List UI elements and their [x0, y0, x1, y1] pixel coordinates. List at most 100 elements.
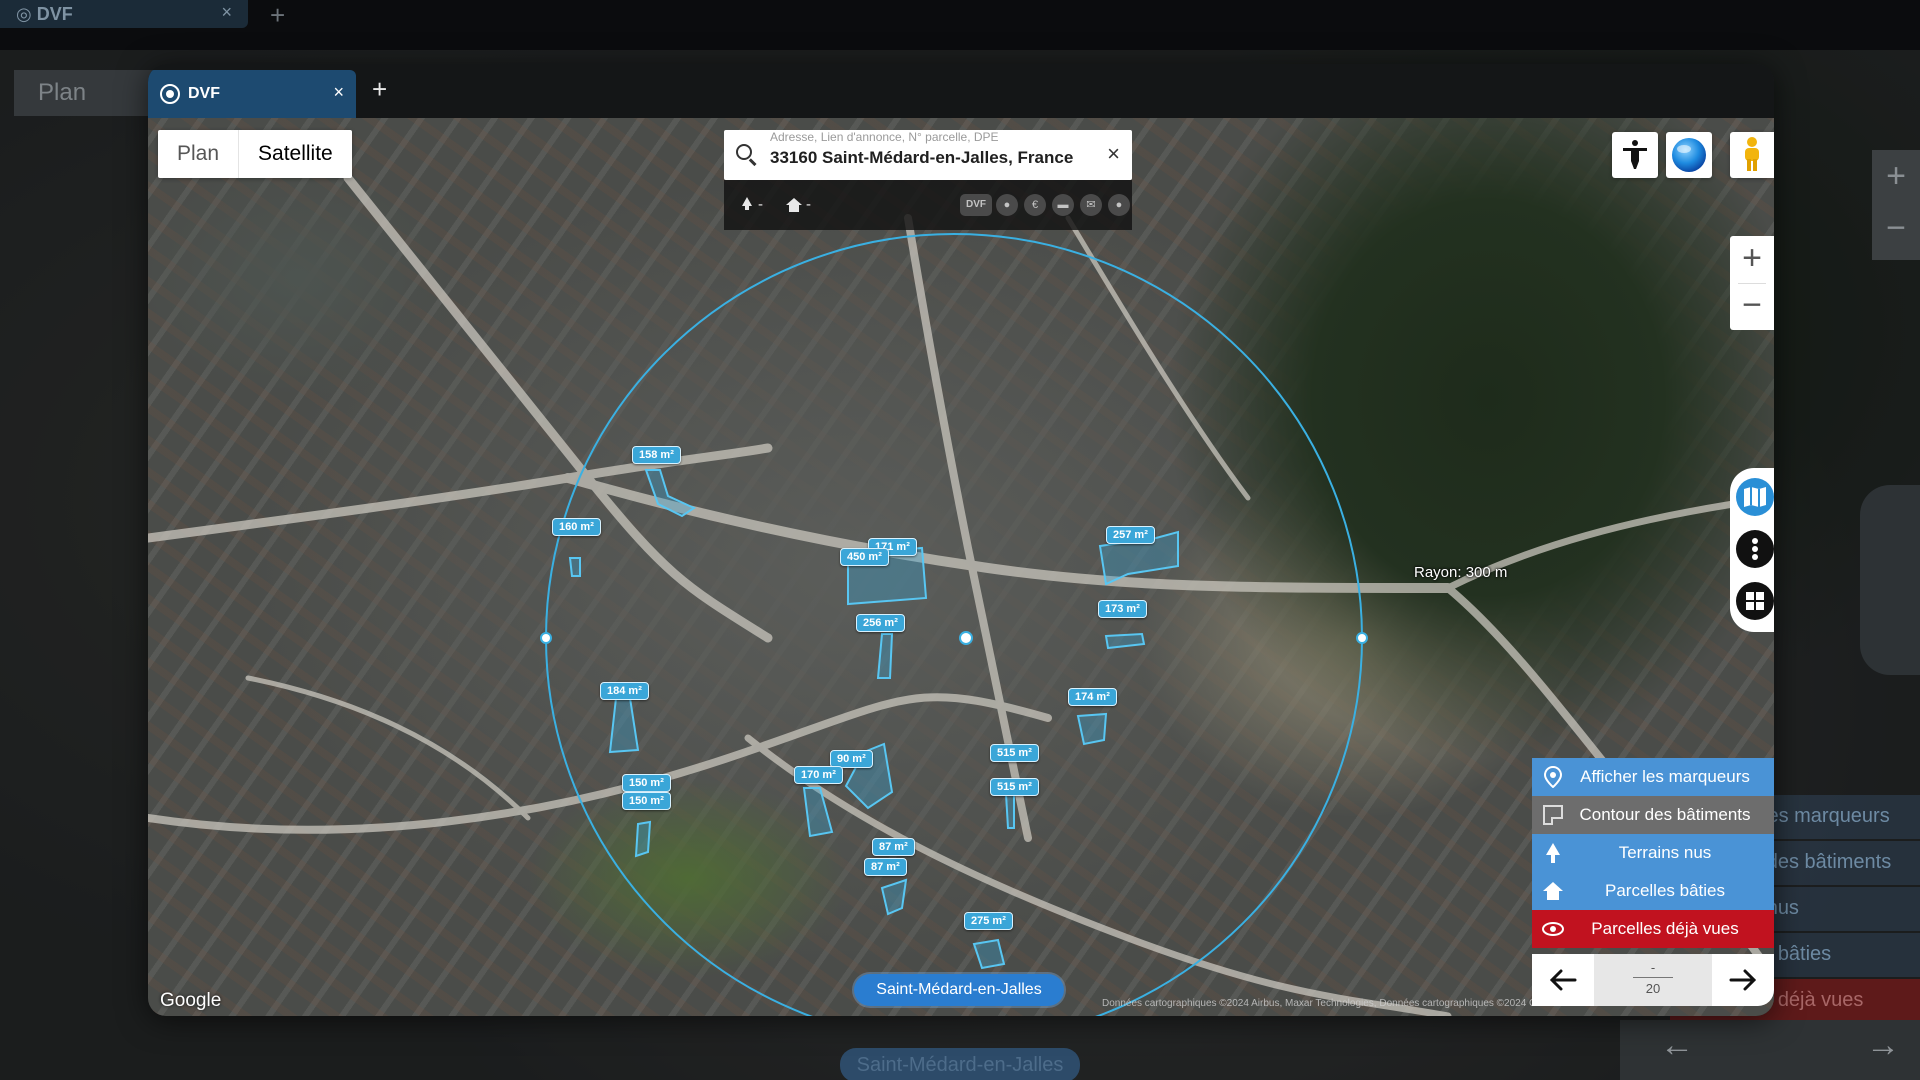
globe-icon — [1672, 138, 1706, 172]
background-zoom-in: + — [1886, 157, 1906, 195]
menu-label: Contour des bâtiments — [1579, 805, 1751, 824]
pagination: - 20 — [1532, 954, 1774, 1006]
filter-bar: - - DVF ● € ▬ ✉ ● — [724, 180, 1132, 230]
pin-icon[interactable]: ● — [996, 194, 1018, 216]
search-box[interactable]: Adresse, Lien d'annonce, N° parcelle, DP… — [724, 130, 1132, 180]
house-icon — [1543, 882, 1563, 900]
parcel-shape[interactable] — [1004, 793, 1015, 829]
marker-icon — [1543, 766, 1563, 788]
parcel-label[interactable]: 87 m² — [864, 858, 907, 876]
parcel-label[interactable]: 170 m² — [794, 766, 843, 784]
parcel-label[interactable]: 275 m² — [964, 912, 1013, 930]
user-icon[interactable]: ● — [1108, 194, 1130, 216]
background-tab-close: × — [221, 2, 232, 22]
menu-bare-land[interactable]: Terrains nus — [1532, 834, 1774, 872]
parcel-shape[interactable] — [634, 820, 652, 858]
parcel-label[interactable]: 173 m² — [1098, 600, 1147, 618]
parcel-shape[interactable] — [876, 633, 894, 679]
parcel-label[interactable]: 160 m² — [552, 518, 601, 536]
parcel-label[interactable]: 256 m² — [856, 614, 905, 632]
parcel-label[interactable]: 450 m² — [840, 548, 889, 566]
menu-built-parcels[interactable]: Parcelles bâties — [1532, 872, 1774, 910]
background-arrow-right-icon: → — [1866, 1026, 1900, 1064]
road — [343, 173, 773, 643]
background-plan-button: Plan — [14, 70, 154, 116]
radius-center-marker[interactable] — [959, 631, 973, 645]
background-new-tab: + — [270, 0, 286, 30]
parcel-shape[interactable] — [880, 878, 908, 916]
background-locality-chip: Saint-Médard-en-Jalles — [840, 1048, 1080, 1080]
zoom-out-button[interactable]: − — [1730, 283, 1774, 330]
right-tool-rail — [1730, 468, 1774, 632]
radius-handle-east[interactable] — [1356, 632, 1368, 644]
parcel-label[interactable]: 158 m² — [632, 446, 681, 464]
dvf-toggle[interactable]: DVF — [960, 194, 992, 216]
search-placeholder: Adresse, Lien d'annonce, N° parcelle, DP… — [770, 130, 999, 144]
map-type-satellite[interactable]: Satellite — [238, 130, 352, 178]
parcel-label[interactable]: 174 m² — [1068, 688, 1117, 706]
menu-viewed-parcels[interactable]: Parcelles déjà vues — [1532, 910, 1774, 948]
parcel-shape[interactable] — [1104, 632, 1146, 650]
parcel-shape[interactable] — [1076, 712, 1108, 746]
parcel-label[interactable]: 515 m² — [990, 744, 1039, 762]
grid-view-button[interactable] — [1736, 582, 1774, 620]
map-overlay — [148, 173, 1774, 1016]
map-type-control: Plan Satellite — [158, 130, 352, 178]
road — [148, 693, 1052, 834]
next-button[interactable] — [1718, 960, 1768, 1000]
parcel-label[interactable]: 150 m² — [622, 792, 671, 810]
map-layer-button[interactable] — [1736, 478, 1774, 516]
more-vertical-icon — [1752, 538, 1758, 560]
more-options-button[interactable] — [1736, 530, 1774, 568]
parcel-label[interactable]: 87 m² — [872, 838, 915, 856]
search-input[interactable]: 33160 Saint-Médard-en-Jalles, France — [770, 148, 1073, 168]
background-tab: ◎ DVF × — [0, 0, 248, 28]
mail-icon[interactable]: ✉ — [1080, 194, 1102, 216]
background-arrow-left-icon: ← — [1660, 1026, 1694, 1064]
background-tab-bar: ◎ DVF × + — [0, 0, 1920, 50]
globe-button[interactable] — [1666, 132, 1712, 178]
zoom-in-button[interactable]: + — [1730, 236, 1774, 283]
background-pagination: ← → — [1620, 1020, 1920, 1080]
new-tab-button[interactable]: + — [372, 76, 387, 102]
app-window: DVF × + 158 m² 160 m² 171 m² 450 m² 257 … — [148, 64, 1774, 1016]
target-icon — [160, 84, 180, 104]
menu-label: Terrains nus — [1618, 843, 1712, 862]
menu-label: Parcelles déjà vues — [1591, 919, 1739, 938]
parcel-label[interactable]: 257 m² — [1106, 526, 1155, 544]
parcel-shape[interactable] — [568, 557, 581, 577]
road — [563, 473, 1453, 593]
satellite-map[interactable]: 158 m² 160 m² 171 m² 450 m² 257 m² 256 m… — [148, 118, 1774, 1016]
chat-icon[interactable]: ▬ — [1052, 194, 1074, 216]
bati-filter[interactable]: - — [786, 196, 811, 213]
street-view-button[interactable] — [1730, 132, 1774, 178]
parcel-shape[interactable] — [972, 938, 1006, 970]
search-icon — [736, 144, 752, 160]
menu-building-outlines[interactable]: Contour des bâtiments — [1532, 796, 1774, 834]
parcel-label[interactable]: 515 m² — [990, 778, 1039, 796]
accessibility-button[interactable] — [1612, 132, 1658, 178]
map-type-plan[interactable]: Plan — [158, 130, 238, 178]
tab-dvf[interactable]: DVF × — [148, 70, 356, 118]
pegman-icon — [1745, 137, 1759, 171]
background-zoom-out: − — [1886, 209, 1906, 247]
terrain-filter[interactable]: - — [740, 196, 763, 213]
page-current: - — [1650, 960, 1656, 975]
map-copyright: Données cartographiques ©2024 Airbus, Ma… — [1102, 998, 1532, 1009]
parcel-label[interactable]: 184 m² — [600, 682, 649, 700]
previous-button[interactable] — [1538, 960, 1588, 1000]
radius-handle-west[interactable] — [540, 632, 552, 644]
menu-show-markers[interactable]: Afficher les marqueurs — [1532, 758, 1774, 796]
euro-icon[interactable]: € — [1024, 194, 1046, 216]
accessibility-icon — [1623, 140, 1647, 169]
locality-chip[interactable]: Saint-Médard-en-Jalles — [854, 974, 1064, 1006]
parcel-shape[interactable] — [644, 469, 697, 518]
grid-icon — [1746, 592, 1764, 610]
tab-close-button[interactable]: × — [333, 82, 344, 103]
menu-label: Afficher les marqueurs — [1580, 767, 1750, 786]
layer-menu: Afficher les marqueurs Contour des bâtim… — [1532, 758, 1774, 948]
background-zoom: + − — [1872, 150, 1920, 260]
parcel-shape[interactable] — [608, 697, 640, 754]
clear-search-button[interactable]: × — [1107, 141, 1120, 167]
parcel-label[interactable]: 150 m² — [622, 774, 671, 792]
